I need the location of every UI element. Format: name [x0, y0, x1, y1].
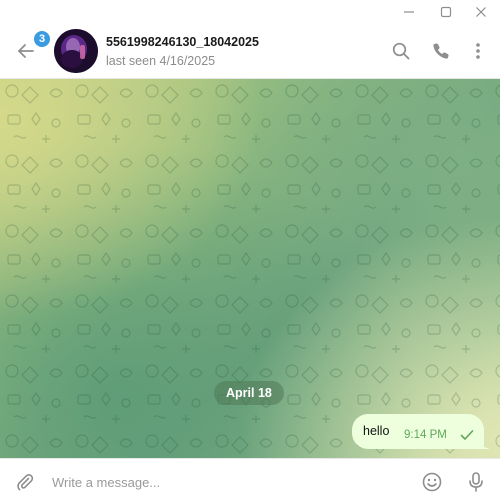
bubble-tail [478, 435, 490, 449]
message-bubble-outgoing[interactable]: hello 9:14 PM [352, 414, 484, 449]
phone-icon[interactable] [429, 39, 453, 63]
unread-count-badge: 3 [33, 30, 51, 48]
microphone-icon[interactable] [464, 470, 488, 494]
close-icon[interactable] [462, 0, 500, 24]
maximize-icon[interactable] [427, 0, 465, 24]
message-input[interactable] [52, 471, 392, 493]
peer-last-seen: last seen 4/16/2025 [106, 54, 216, 68]
emoji-icon[interactable] [420, 470, 444, 494]
peer-name[interactable]: 5561998246130_18042025 [106, 35, 259, 49]
avatar[interactable] [54, 29, 98, 73]
minimize-icon[interactable] [390, 0, 428, 24]
message-composer [0, 458, 500, 504]
more-vertical-icon[interactable] [466, 39, 490, 63]
date-separator: April 18 [214, 381, 284, 405]
telegram-window: 3 5561998246130_18042025 last seen 4/16/… [0, 0, 500, 504]
paperclip-icon[interactable] [13, 470, 37, 494]
message-text: hello [363, 424, 390, 438]
chat-history[interactable]: April 18 hello 9:14 PM [0, 79, 500, 458]
window-titlebar [0, 0, 500, 25]
sent-check-icon [460, 430, 474, 440]
chat-header: 3 5561998246130_18042025 last seen 4/16/… [0, 24, 500, 79]
search-icon[interactable] [389, 39, 413, 63]
message-time: 9:14 PM [404, 429, 447, 441]
